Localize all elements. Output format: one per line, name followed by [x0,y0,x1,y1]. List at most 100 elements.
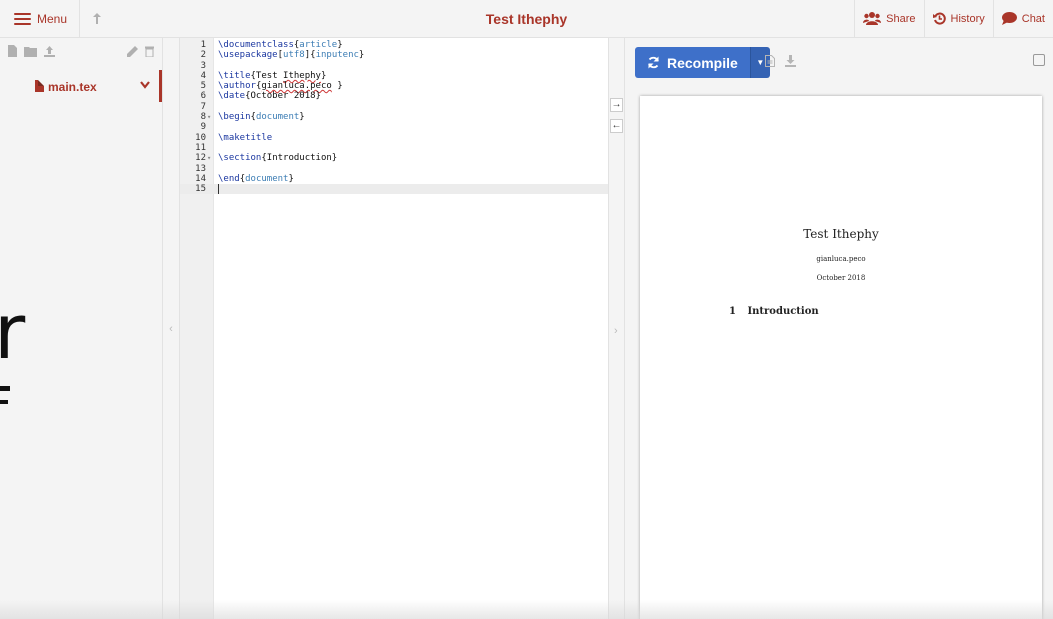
code-text: \maketitle [218,133,272,143]
code-line[interactable]: 5 \author{gianluca.peco } [180,81,608,91]
code-line[interactable]: 14 \end{document} [180,174,608,184]
misspelled-word: gianluca.peco [261,81,332,92]
file-name: main.tex [48,80,97,94]
collapse-left-chevron-icon[interactable]: ‹ [169,323,173,335]
chat-icon [1001,12,1017,25]
chat-label: Chat [1021,12,1045,25]
users-icon [863,12,882,25]
fold-toggle-icon[interactable]: ▾ [207,153,211,163]
latex-argument: } [288,173,294,184]
pdf-title: Test Ithephy [803,227,879,241]
code-editor[interactable]: 1 \documentclass{article} 2 \usepackage[utf… [180,38,608,619]
pdf-page[interactable]: Test Ithephy gianluca.peco October 2018 … [640,96,1042,619]
pdf-section-title: Introduction [747,306,819,317]
code-line[interactable]: 8 ▾ \begin{document} [180,112,608,122]
code-line[interactable]: 9 [180,122,608,132]
code-line[interactable]: 10 \maketitle [180,133,608,143]
collapse-right-chevron-icon[interactable]: › [614,325,618,337]
code-line[interactable]: 7 [180,102,608,112]
code-text: \usepackage[utf8]{inputenc} [218,50,364,60]
sync-to-code-arrow-icon[interactable]: ← [610,119,623,133]
line-number: 6 [200,91,206,102]
latex-argument: } [337,40,343,50]
code-line[interactable]: 4 \title{Test Ithephy} [180,71,608,81]
line-number: 14 [195,173,206,184]
code-line[interactable]: 11 [180,143,608,153]
new-file-icon[interactable] [8,45,17,57]
line-number: 12 [195,153,206,164]
pdf-author: gianluca.peco [816,255,866,263]
file-tree-resizer[interactable]: ‹ [163,38,180,619]
level-up-icon [93,13,102,24]
latex-argument: document [255,112,300,123]
history-label: History [950,12,985,25]
fold-toggle-icon[interactable]: ▾ [207,112,211,122]
file-item-main-tex[interactable]: main.tex [0,70,162,102]
latex-argument: } [331,81,343,92]
line-number: 13 [195,163,206,174]
latex-command: \begin [218,112,251,123]
detach-window-icon[interactable] [1033,54,1045,66]
log-file-icon[interactable] [765,55,775,67]
menu-label: Menu [37,11,68,26]
latex-command: \section [218,153,262,164]
code-lines[interactable]: 1 \documentclass{article} 2 \usepackage[utf… [180,40,608,195]
latex-command: \maketitle [218,132,273,143]
line-number: 8 [200,112,206,123]
latex-argument: {Test [250,70,284,81]
pdf-date: October 2018 [816,274,866,282]
overlay-glyph: r [0,287,26,376]
misspelled-word: Ithephy [283,70,321,81]
latex-command: \author [218,81,256,92]
latex-argument: utf8 [283,50,305,61]
code-text: \documentclass{article} [218,40,343,50]
recompile-button-group: Recompile ▼ [635,47,770,78]
latex-command: \end [218,173,240,184]
chat-button[interactable]: Chat [992,0,1053,37]
history-button[interactable]: History [923,0,993,37]
code-line[interactable]: 12 ▾ \section{Introduction} [180,153,608,163]
rename-pencil-icon[interactable] [127,45,138,57]
latex-command: \title [218,70,251,81]
share-label: Share [886,12,916,25]
code-text: \date{October 2018} [218,91,321,101]
sync-to-pdf-arrow-icon[interactable]: → [610,98,623,112]
code-line[interactable]: 3 [180,61,608,71]
delete-trash-icon[interactable] [145,46,154,57]
line-number: 9 [200,122,206,133]
code-line[interactable]: 15 [180,184,608,195]
download-icon[interactable] [785,55,796,67]
pdf-section-number: 1 [729,306,736,317]
hamburger-icon [14,12,31,25]
code-line[interactable]: 1 \documentclass{article} [180,40,608,50]
code-line[interactable]: 6 \date{October 2018} [180,91,608,101]
line-number: 7 [200,101,206,112]
latex-command: \usepackage [218,50,278,61]
pdf-preview-pane: Recompile ▼ Test Ithephy gianluca.peco O… [625,38,1053,619]
line-number: 11 [195,142,206,153]
pane-splitter[interactable]: → ← › [608,38,625,619]
code-text: \section{Introduction} [218,153,337,163]
new-folder-icon[interactable] [24,46,37,57]
code-text [218,184,219,195]
back-to-projects-button[interactable] [80,0,114,37]
code-text: \begin{document} [218,112,305,122]
recompile-button[interactable]: Recompile [635,47,750,78]
pdf-section-heading: 1 Introduction [729,306,819,317]
line-number: 3 [200,60,206,71]
code-line[interactable]: 2 \usepackage[utf8]{inputenc} [180,50,608,60]
latex-argument: ]{ [304,50,316,61]
latex-argument: } [299,112,305,123]
history-icon [932,12,946,25]
menu-button[interactable]: Menu [0,0,81,37]
overlay-mark [0,386,10,391]
line-number: 4 [200,70,206,81]
upload-icon[interactable] [44,45,55,57]
latex-argument: document [245,173,289,184]
project-title[interactable]: Test Ithephy [486,11,567,27]
latex-command: \date [218,91,246,102]
share-button[interactable]: Share [854,0,923,37]
chevron-down-icon[interactable] [140,81,150,89]
line-number: 5 [200,81,206,92]
code-line[interactable]: 13 [180,164,608,174]
